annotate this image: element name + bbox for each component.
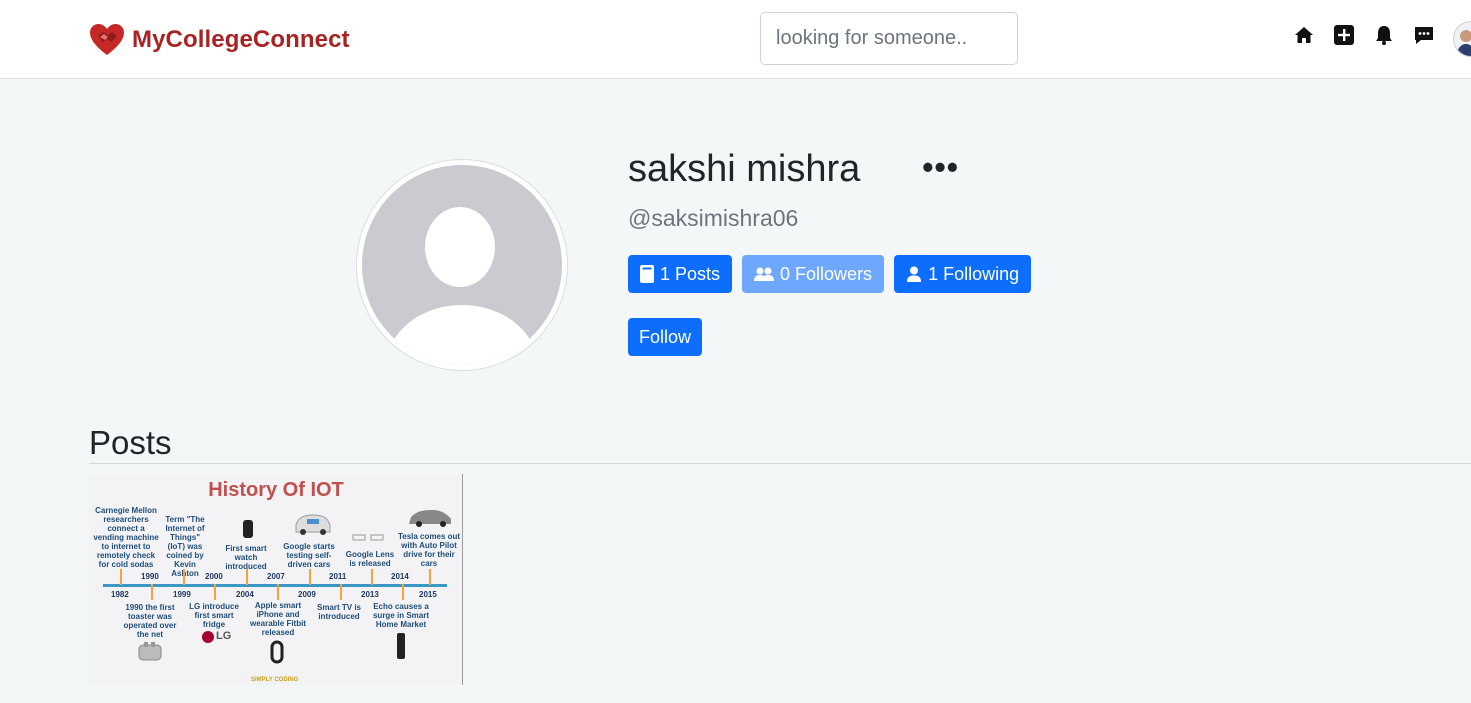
timeline-event: Carnegie Mellon researchers connect a ve… [93,506,159,569]
profile-stats: 1 Posts 0 Followers 1 Following [628,255,1041,293]
post-image-title: History Of IOT [208,479,344,501]
post-watermark: SIMPLY CODING [251,677,299,683]
users-icon [754,267,775,281]
followers-count-label: 0 Followers [780,263,873,284]
nav-icons [1293,24,1453,46]
timeline-year: 2015 [419,590,437,599]
posts-heading: Posts [89,424,172,461]
timeline-arrow [151,584,153,600]
post-thumbnail[interactable]: History Of IOT Carnegie Mellon researche… [89,474,463,685]
timeline-event: First smart watch introduced [225,544,267,571]
timeline-arrow [246,569,248,585]
timeline-event: Apple smart iPhone and wearable Fitbit r… [249,601,306,637]
timeline-year: 1990 [141,572,159,581]
user-icon [907,266,922,282]
add-post-icon[interactable] [1333,24,1355,46]
top-navbar: MyCollegeConnect [0,0,1471,79]
timeline-event: Smart TV is introduced [316,603,361,621]
timeline-arrow [429,569,431,585]
bell-icon[interactable] [1373,24,1395,46]
follow-button[interactable]: Follow [628,318,703,356]
posts-count-button[interactable]: 1 Posts [628,255,733,293]
timeline-year: 2009 [298,590,316,599]
timeline-line [103,584,447,587]
profile-avatar [356,159,568,371]
timeline-event: Term "The Internet of Things" (IoT) was … [165,515,205,578]
timeline-event: Google Lens is released [345,550,395,568]
timeline-event: Tesla comes out with Auto Pilot drive fo… [397,532,461,568]
self-driving-car-icon [295,514,331,535]
toaster-icon [138,642,162,661]
timeline-year: 2011 [329,572,347,581]
timeline-event: Google starts testing self-driven cars [283,542,335,569]
timeline-arrow [402,584,404,600]
timeline-year: 2007 [267,572,285,581]
timeline-arrow [277,584,279,600]
home-icon[interactable] [1293,24,1315,46]
fitbit-icon [270,640,284,664]
posts-count-label: 1 Posts [660,263,721,284]
messages-icon[interactable] [1413,24,1435,46]
handshake-heart-icon [90,24,124,55]
timeline-year: 2004 [236,590,254,599]
avatar-photo-icon [1454,22,1471,56]
following-count-label: 1 Following [928,263,1020,284]
echo-speaker-icon [397,633,405,659]
timeline-year: 2000 [205,572,223,581]
timeline-year: 1999 [173,590,191,599]
brand-name: MyCollegeConnect [132,26,350,53]
timeline-arrow [340,584,342,600]
glasses-icon [352,534,384,541]
timeline-year: 2014 [391,572,409,581]
timeline-arrow [371,569,373,585]
timeline-arrow [214,584,216,600]
brand-link[interactable]: MyCollegeConnect [89,22,350,58]
timeline-arrow [309,569,311,585]
following-count-button[interactable]: 1 Following [894,255,1032,293]
more-options-icon[interactable]: ••• [922,151,959,183]
followers-count-button[interactable]: 0 Followers [742,255,885,293]
posts-divider [89,463,1471,464]
tesla-car-icon [409,510,451,527]
default-user-icon [362,165,562,365]
smartwatch-icon [243,520,253,538]
document-icon [640,265,654,283]
timeline-arrow [183,569,185,585]
timeline-event: 1990 the first toaster was operated over… [123,603,177,639]
profile-name-row: sakshi mishra ••• [628,148,959,191]
timeline-event: LG introduce first smart fridge [189,602,239,629]
timeline-year: 1982 [111,590,129,599]
user-avatar[interactable] [1453,21,1471,57]
lg-logo-icon [202,631,214,643]
lg-logo-text: LG [216,630,232,642]
timeline-arrow [120,569,122,585]
profile-name: sakshi mishra [628,148,861,190]
search-input[interactable] [760,12,1018,65]
timeline-year: 2013 [361,590,379,599]
timeline-event: Echo causes a surge in Smart Home Market [372,602,429,629]
profile-handle: @saksimishra06 [628,205,799,231]
